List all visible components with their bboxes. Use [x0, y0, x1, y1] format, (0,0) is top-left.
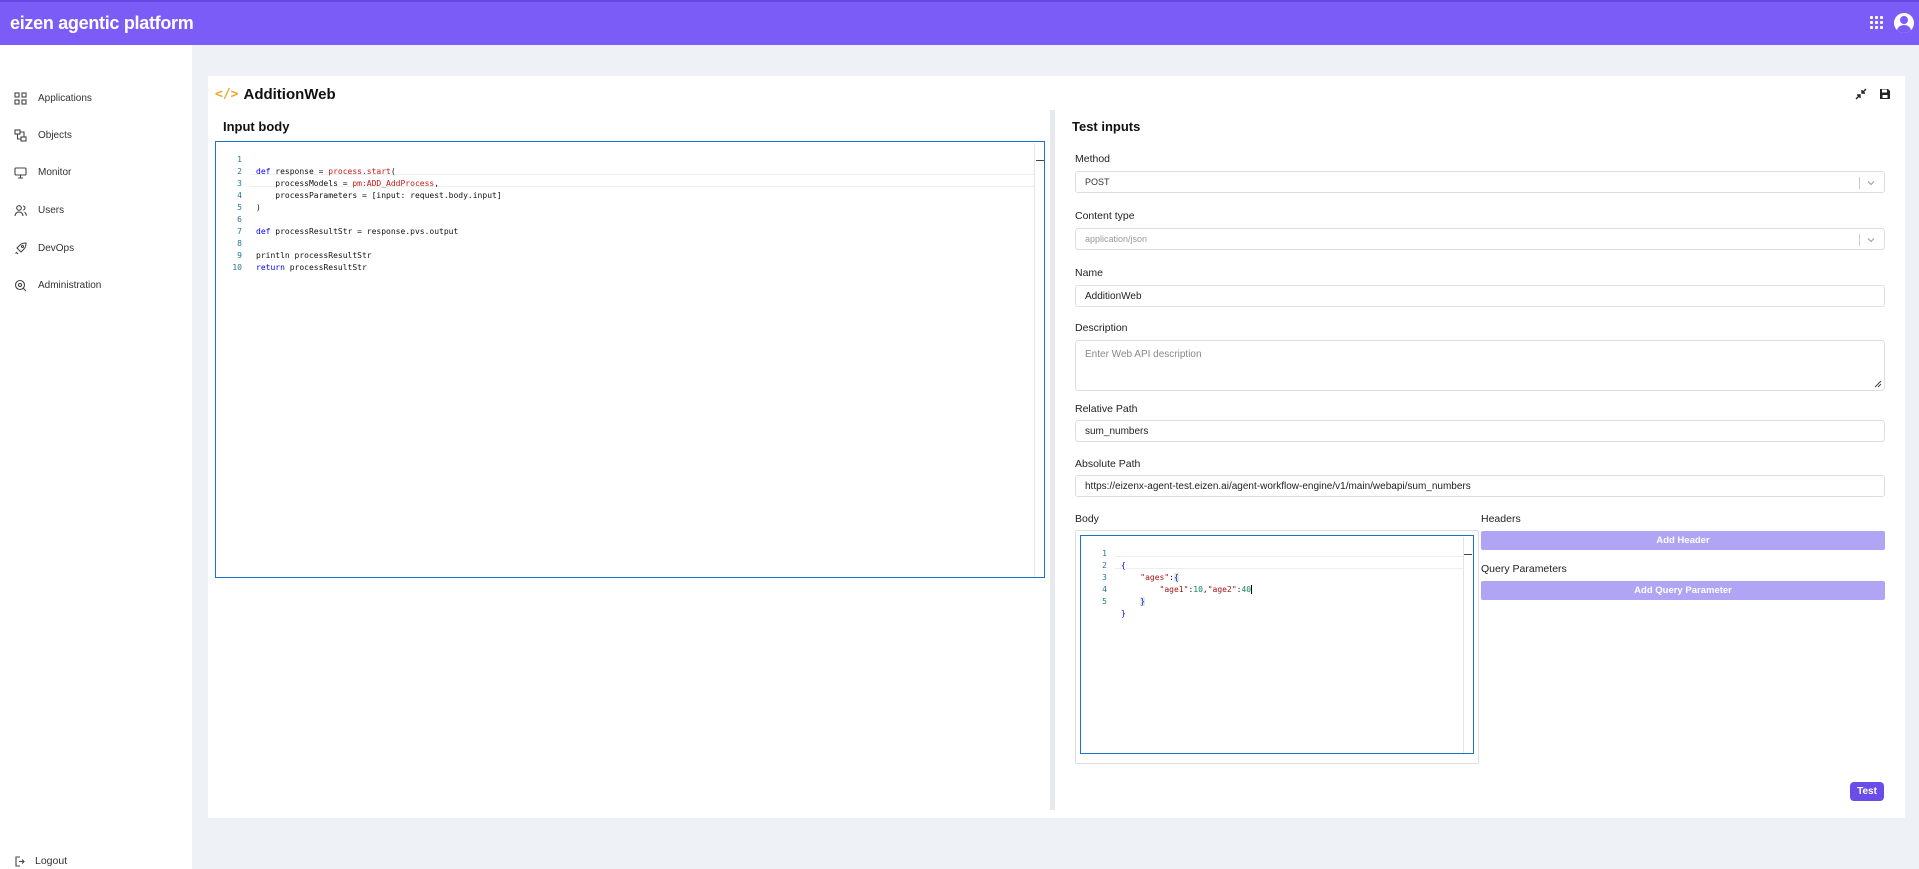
code-line: 1 def response = process.start( [216, 142, 1044, 176]
code-text: } [1121, 609, 1126, 618]
code-icon: </> [215, 87, 239, 102]
test-button[interactable]: Test [1850, 782, 1884, 801]
relative-path-field[interactable]: sum_numbers [1075, 420, 1885, 442]
absolute-path-value: https://eizenx-agent-test.eizen.ai/agent… [1085, 480, 1471, 492]
description-textarea[interactable]: Enter Web API description [1075, 340, 1885, 391]
code-line: 3 "age1":10,"age2":40 [1081, 560, 1473, 594]
code-line: 7 [216, 214, 1044, 236]
code-line: 9 return processResultStr [216, 238, 1044, 272]
applications-icon [14, 91, 27, 105]
code-line: 4 ) [216, 178, 1044, 212]
sidebar-item-label: Administration [38, 279, 102, 291]
absolute-path-label: Absolute Path [1075, 458, 1141, 470]
add-header-button[interactable]: Add Header [1481, 531, 1885, 550]
relative-path-value: sum_numbers [1085, 425, 1149, 437]
code-line: 5 [216, 190, 1044, 212]
input-body-editor[interactable]: 1 def response = process.start( 2 proces… [215, 141, 1045, 578]
logout-label: Logout [35, 855, 68, 867]
sidebar-item-devops[interactable]: DevOps [14, 238, 74, 258]
name-field[interactable]: AdditionWeb [1075, 285, 1885, 307]
code-line: 2 processModels = pm:ADD_AddProcess, [216, 154, 1044, 188]
rocket-icon [15, 241, 27, 254]
page-title: AdditionWeb [243, 86, 336, 103]
method-select[interactable]: POST [1075, 171, 1885, 193]
sidebar-item-applications[interactable]: Applications [14, 88, 92, 108]
resize-grip-icon[interactable] [1874, 380, 1882, 388]
logout-button[interactable]: Logout [14, 855, 67, 867]
sidebar-item-label: Objects [38, 129, 72, 141]
sidebar-item-label: Applications [38, 92, 92, 104]
page-header: </> AdditionWeb [215, 86, 336, 103]
test-inputs-heading: Test inputs [1072, 119, 1141, 134]
sidebar-item-users[interactable]: Users [14, 200, 64, 220]
sidebar: Applications Objects Monitor Users DevOp… [0, 45, 192, 869]
sidebar-item-objects[interactable]: Objects [14, 125, 72, 145]
method-label: Method [1075, 153, 1111, 165]
monitor-icon [14, 166, 27, 179]
code-line: 2 "ages":{ [1081, 548, 1473, 582]
panel-divider[interactable] [1050, 110, 1055, 810]
name-value: AdditionWeb [1085, 290, 1142, 302]
code-line: 4 } [1081, 572, 1473, 606]
method-value: POST [1085, 177, 1110, 187]
sidebar-item-monitor[interactable]: Monitor [14, 162, 71, 182]
code-line: 3 processParameters = [input: request.bo… [216, 166, 1044, 200]
line-number: 5 [1102, 597, 1107, 606]
code-line: 5 } [1081, 584, 1473, 618]
users-icon [14, 204, 27, 216]
absolute-path-field[interactable]: https://eizenx-agent-test.eizen.ai/agent… [1075, 475, 1885, 497]
headers-label: Headers [1481, 513, 1521, 525]
relative-path-label: Relative Path [1075, 403, 1138, 415]
user-avatar-icon[interactable] [1894, 13, 1914, 33]
main-card: </> AdditionWeb Input body 1 def respons… [208, 76, 1905, 818]
code-text: } [1140, 597, 1146, 606]
code-line: 6 def processResultStr = response.pvs.ou… [216, 202, 1044, 236]
collapse-icon[interactable] [1854, 87, 1868, 101]
save-icon[interactable] [1878, 87, 1892, 101]
sidebar-item-label: DevOps [38, 242, 75, 254]
logout-icon [15, 855, 25, 867]
top-bar: eizen agentic platform [0, 0, 1919, 45]
query-parameters-label: Query Parameters [1481, 563, 1567, 575]
content-type-label: Content type [1075, 210, 1135, 222]
body-editor[interactable]: 1 { 2 "ages":{ 3 "age1":10,"age2":40 4 }… [1080, 535, 1474, 754]
chevron-down-icon [1867, 181, 1875, 186]
chevron-down-icon [1867, 238, 1875, 243]
sidebar-item-label: Users [38, 204, 65, 216]
sidebar-item-administration[interactable]: Administration [14, 275, 101, 295]
body-label: Body [1075, 513, 1099, 525]
line-number: 10 [232, 263, 242, 272]
code-text: return processResultStr [256, 263, 367, 272]
administration-icon [14, 279, 27, 291]
sidebar-item-label: Monitor [38, 166, 72, 178]
description-placeholder: Enter Web API description [1085, 349, 1202, 360]
name-label: Name [1075, 267, 1104, 279]
code-line: 8 println processResultStr [216, 226, 1044, 260]
code-line: 10 [216, 250, 1044, 272]
objects-icon [14, 128, 27, 142]
content-type-value: application/json [1085, 234, 1148, 244]
description-label: Description [1075, 322, 1128, 334]
apps-grid-icon[interactable] [1870, 16, 1884, 30]
add-query-parameter-button[interactable]: Add Query Parameter [1481, 581, 1885, 600]
app-title[interactable]: eizen agentic platform [10, 13, 194, 34]
content-type-select[interactable]: application/json [1075, 228, 1885, 250]
code-line: 1 { [1081, 536, 1473, 570]
input-body-heading: Input body [223, 119, 290, 134]
